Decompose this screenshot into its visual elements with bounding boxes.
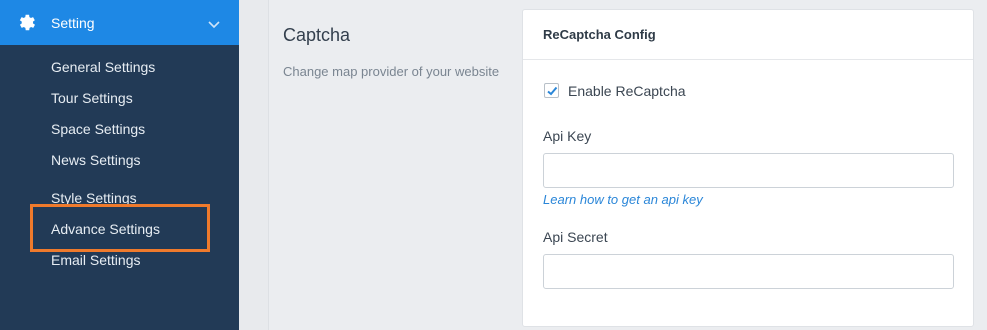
card-header: ReCaptcha Config	[523, 10, 973, 60]
gear-icon	[16, 12, 37, 33]
sidebar: Setting General Settings Tour Settings S…	[0, 0, 239, 330]
sidebar-item-email-settings[interactable]: Email Settings	[51, 252, 140, 268]
sidebar-item-news-settings[interactable]: News Settings	[51, 152, 140, 168]
api-key-label: Api Key	[543, 128, 592, 144]
section-description: Change map provider of your website	[283, 64, 500, 79]
sidebar-item-tour-settings[interactable]: Tour Settings	[51, 90, 133, 106]
enable-recaptcha-label[interactable]: Enable ReCaptcha	[568, 83, 686, 99]
sidebar-divider	[239, 0, 269, 330]
card-title: ReCaptcha Config	[543, 27, 656, 42]
sidebar-header-setting[interactable]: Setting	[0, 0, 239, 45]
sidebar-header-label: Setting	[51, 15, 95, 31]
sidebar-item-space-settings[interactable]: Space Settings	[51, 121, 145, 137]
enable-recaptcha-checkbox[interactable]	[544, 83, 559, 98]
chevron-down-icon[interactable]	[207, 17, 221, 29]
sidebar-item-general-settings[interactable]: General Settings	[51, 59, 155, 75]
recaptcha-config-card: ReCaptcha Config Enable ReCaptcha Api Ke…	[522, 9, 974, 327]
section-title: Captcha	[283, 25, 351, 45]
api-key-input[interactable]	[543, 153, 954, 188]
api-secret-input[interactable]	[543, 254, 954, 289]
api-key-help-link[interactable]: Learn how to get an api key	[543, 192, 703, 207]
api-secret-label: Api Secret	[543, 229, 608, 245]
highlight-box	[30, 204, 210, 252]
